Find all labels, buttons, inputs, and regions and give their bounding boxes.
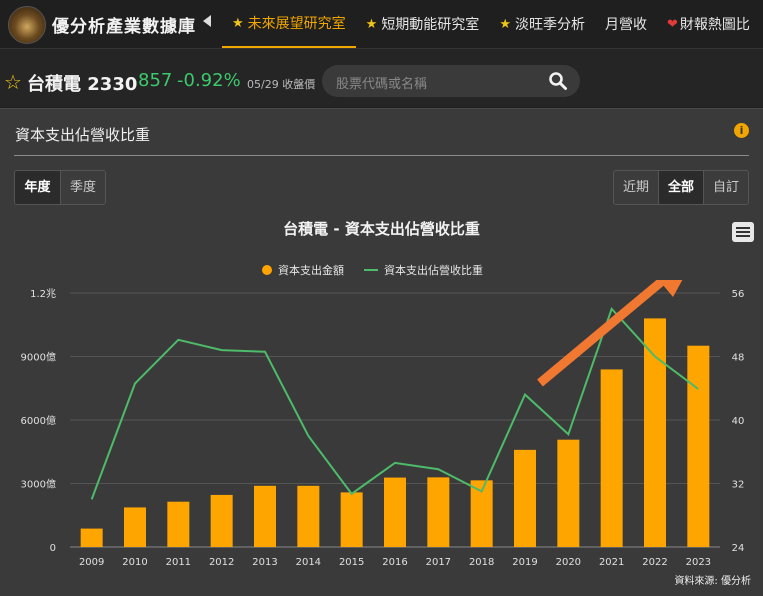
star-icon: ★	[232, 15, 244, 31]
legend-bar-label[interactable]: 資本支出金額	[278, 262, 344, 278]
y-right-tick-label: 56	[732, 289, 745, 300]
nav-label: 淡旺季分析	[514, 17, 585, 33]
x-tick-label: 2023	[686, 557, 711, 568]
legend-bar-swatch[interactable]	[262, 265, 272, 275]
y-right-tick-label: 32	[732, 480, 745, 491]
x-tick-label: 2022	[642, 557, 667, 568]
x-tick-label: 2021	[599, 557, 624, 568]
bar[interactable]	[644, 318, 666, 547]
chart-menu-icon[interactable]	[732, 222, 754, 242]
tab-custom[interactable]: 自訂	[704, 171, 748, 204]
y-left-tick-label: 6000億	[21, 414, 56, 427]
bar[interactable]	[557, 439, 580, 547]
legend-line-label[interactable]: 資本支出佔營收比重	[384, 262, 483, 278]
bar[interactable]	[340, 492, 363, 547]
x-tick-label: 2015	[339, 557, 364, 568]
x-tick-label: 2017	[426, 557, 451, 568]
y-left-tick-label: 3000億	[21, 478, 56, 491]
nav-label: 月營收	[604, 17, 647, 33]
y-left-tick-label: 1.2兆	[30, 288, 56, 300]
x-tick-label: 2018	[469, 557, 494, 568]
info-icon[interactable]: i	[734, 123, 749, 138]
favorite-star-icon[interactable]: ☆	[4, 70, 22, 94]
nav-item-future-outlook[interactable]: ★ 未來展望研究室	[222, 0, 356, 48]
brand-logo[interactable]	[8, 6, 46, 44]
y-right-tick-label: 40	[732, 416, 745, 427]
bar[interactable]	[427, 477, 450, 547]
stock-price: 857	[138, 70, 173, 91]
nav-label: 未來展望研究室	[247, 16, 346, 32]
x-tick-label: 2013	[252, 557, 277, 568]
trend-arrow-shaft	[537, 280, 664, 387]
period-toggle: 年度 季度	[14, 170, 106, 205]
bar[interactable]	[124, 507, 146, 547]
legend-line-swatch[interactable]	[364, 269, 378, 271]
x-tick-label: 2011	[166, 557, 191, 568]
search-icon[interactable]	[548, 71, 568, 91]
y-right-tick-label: 48	[732, 353, 745, 364]
x-tick-label: 2012	[209, 557, 234, 568]
main-nav: ★ 未來展望研究室 ★ 短期動能研究室 ★ 淡旺季分析 月營收 ❤ 財報熱圖比	[222, 0, 760, 48]
x-tick-label: 2010	[122, 557, 147, 568]
tab-recent[interactable]: 近期	[614, 171, 659, 204]
nav-item-financial-heatmap[interactable]: ❤ 財報熱圖比	[657, 0, 760, 48]
y-left-tick-label: 0	[50, 543, 56, 554]
chart-title: 台積電 - 資本支出佔營收比重	[283, 220, 480, 238]
bar[interactable]	[254, 485, 276, 547]
tab-annual[interactable]: 年度	[15, 171, 61, 204]
nav-item-momentum[interactable]: ★ 短期動能研究室	[356, 0, 490, 48]
bar[interactable]	[167, 501, 190, 547]
range-toggle: 近期 全部 自訂	[613, 170, 749, 205]
y-right-tick-label: 24	[732, 543, 745, 554]
panel-title: 資本支出佔營收比重	[15, 126, 151, 144]
star-icon: ★	[365, 16, 378, 32]
bar[interactable]	[687, 345, 710, 547]
nav-item-seasonality[interactable]: ★ 淡旺季分析	[489, 0, 595, 48]
stock-name: 台積電 2330	[27, 74, 138, 95]
nav-label: 財報熱圖比	[679, 17, 750, 33]
tab-all[interactable]: 全部	[659, 171, 704, 204]
close-date-label: 05/29 收盤價	[247, 78, 316, 91]
stock-change: -0.92%	[177, 70, 241, 91]
nav-label: 短期動能研究室	[381, 17, 480, 33]
nav-item-monthly-revenue[interactable]: 月營收	[595, 0, 657, 48]
panel-divider	[14, 155, 749, 156]
chart-legend: 資本支出金額 資本支出佔營收比重	[262, 262, 483, 278]
nav-scroll-left-icon[interactable]	[203, 15, 211, 27]
x-tick-label: 2019	[512, 557, 537, 568]
heart-icon: ❤	[666, 16, 678, 32]
bar[interactable]	[80, 528, 103, 547]
data-source: 資料來源: 優分析	[674, 576, 751, 587]
capex-chart: 0 24 3000億 32 6000億 40 9000億 48 1.2兆 56 2009 2010 20…	[21, 280, 745, 568]
x-tick-label: 2016	[382, 557, 407, 568]
search-placeholder: 股票代碼或名稱	[336, 77, 428, 92]
star-icon: ★	[499, 16, 511, 32]
search-input[interactable]: 股票代碼或名稱	[322, 65, 580, 97]
brand-title[interactable]: 優分析產業數據庫	[52, 12, 196, 37]
bar[interactable]	[210, 494, 233, 547]
bar[interactable]	[297, 485, 320, 547]
bar[interactable]	[600, 369, 623, 547]
y-left-tick-label: 9000億	[21, 351, 56, 364]
x-tick-label: 2020	[556, 557, 581, 568]
tab-quarterly[interactable]: 季度	[61, 171, 105, 204]
x-tick-label: 2009	[79, 557, 104, 568]
x-tick-label: 2014	[296, 557, 321, 568]
bar[interactable]	[384, 477, 406, 547]
bar[interactable]	[514, 449, 536, 547]
